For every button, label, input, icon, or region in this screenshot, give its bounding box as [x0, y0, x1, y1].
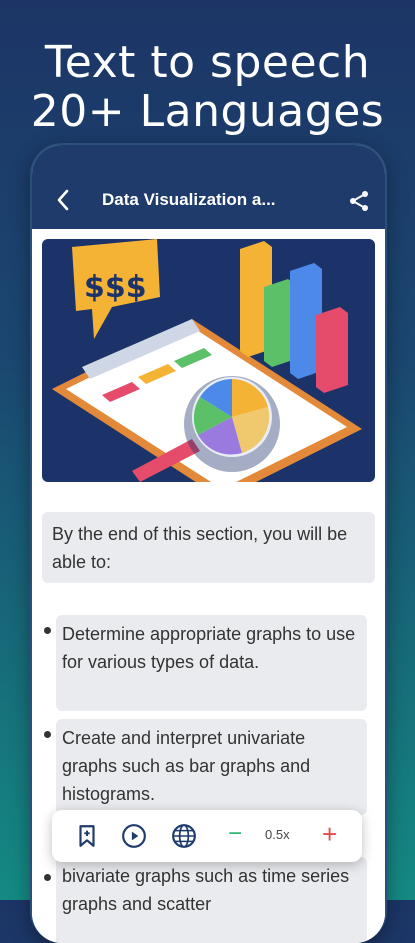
back-arrow-icon[interactable] [52, 188, 76, 212]
list-item: Create and interpret univariate graphs s… [42, 719, 367, 817]
decrease-speed-button[interactable]: − [228, 820, 242, 848]
headline-line2: 20+ Languages [30, 86, 385, 137]
app-bar: Data Visualization a... [32, 145, 385, 229]
bullet-text: Create and interpret univariate graphs s… [56, 719, 367, 815]
intro-paragraph: By the end of this section, you will be … [42, 512, 375, 583]
increase-speed-button[interactable]: + [322, 819, 337, 850]
speed-value: 0.5x [265, 827, 290, 842]
list-item: Determine appropriate graphs to use for … [42, 615, 367, 713]
headline-line1: Text to speech [44, 37, 371, 88]
globe-icon[interactable] [171, 823, 197, 849]
money-text: $$$ [84, 270, 147, 305]
bullet-dot [44, 874, 51, 881]
bullet-text: bivariate graphs such as time series gra… [56, 857, 367, 943]
bullet-text: Determine appropriate graphs to use for … [56, 615, 367, 711]
play-icon[interactable] [121, 823, 147, 849]
hero-illustration: $$$ [42, 239, 375, 482]
bullet-dot [44, 731, 51, 738]
bookmark-icon[interactable] [74, 823, 100, 849]
share-icon[interactable] [347, 189, 371, 213]
money-speech-bubble: $$$ [72, 239, 160, 339]
tts-player-bar: − 0.5x + [52, 810, 362, 862]
page-title: Data Visualization a... [102, 190, 276, 209]
bullet-dot [44, 627, 51, 634]
data-visualization-illustration: $$$ [52, 239, 362, 482]
